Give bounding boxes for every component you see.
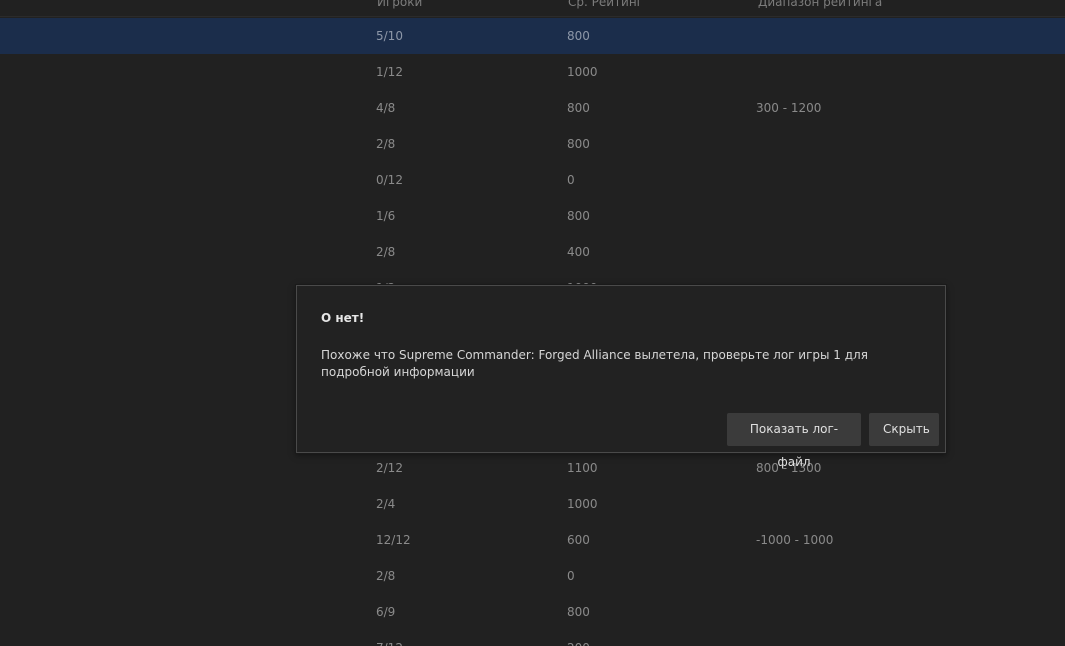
cell-rating-range: -1000 - 1000: [756, 533, 834, 547]
cell-avg-rating: 0: [567, 173, 575, 187]
hide-button[interactable]: Скрыть: [869, 413, 939, 446]
cell-avg-rating: 800: [567, 209, 590, 223]
dialog-message: Похоже что Supreme Commander: Forged All…: [321, 348, 868, 379]
game-list-window: Игроки Ср. Рейтинг Диапазон рейтинга 5/1…: [0, 0, 1065, 646]
dialog-title: О нет!: [321, 311, 365, 325]
table-row[interactable]: 5/10 800: [0, 18, 1065, 54]
table-row[interactable]: 2/121100800 - 1300: [0, 450, 1065, 486]
cell-avg-rating: 800: [567, 605, 590, 619]
cell-avg-rating: 800: [567, 101, 590, 115]
cell-avg-rating: 400: [567, 245, 590, 259]
table-row[interactable]: 6/9 800: [0, 594, 1065, 630]
cell-players: 5/10: [376, 29, 403, 43]
table-row[interactable]: 12/12 600 -1000 - 1000: [0, 522, 1065, 558]
table-row[interactable]: 7/12 200: [0, 630, 1065, 646]
table-header: Игроки Ср. Рейтинг Диапазон рейтинга: [0, 0, 1065, 17]
cell-avg-rating: 800: [567, 137, 590, 151]
column-header-avg-rating[interactable]: Ср. Рейтинг: [568, 0, 643, 16]
cell-players: 2/4: [376, 497, 396, 511]
cell-players: 1/12: [376, 65, 403, 79]
cell-players: 4/8: [376, 101, 396, 115]
cell-players: 2/8: [376, 245, 396, 259]
table-row[interactable]: 2/8 800: [0, 126, 1065, 162]
cell-players: 2/8: [376, 569, 396, 583]
show-log-button[interactable]: Показать лог-файл: [727, 413, 861, 469]
cell-players: 1/6: [376, 209, 396, 223]
table-row[interactable]: 2/8 0: [0, 558, 1065, 594]
crash-dialog: О нет! Похоже что Supreme Commander: For…: [296, 285, 946, 469]
cell-players: 6/9: [376, 605, 396, 619]
cell-avg-rating: 1000: [567, 65, 598, 79]
cell-avg-rating: 200: [567, 630, 590, 646]
cell-players: 2/8: [376, 137, 396, 151]
cell-avg-rating: 0: [567, 569, 575, 583]
cell-avg-rating: 800: [567, 29, 590, 43]
cell-avg-rating: 1100: [567, 461, 598, 475]
cell-avg-rating: 600: [567, 533, 590, 547]
cell-rating-range: 300 - 1200: [756, 101, 822, 115]
table-row[interactable]: 1/6 800: [0, 198, 1065, 234]
cell-avg-rating: 1000: [567, 497, 598, 511]
table-row[interactable]: 2/8 400: [0, 234, 1065, 270]
cell-players: 12/12: [376, 533, 411, 547]
table-row[interactable]: 0/12 0: [0, 162, 1065, 198]
cell-players: 2/12: [376, 461, 403, 475]
column-header-players[interactable]: Игроки: [377, 0, 422, 16]
column-header-rating-range[interactable]: Диапазон рейтинга: [758, 0, 882, 16]
table-row[interactable]: 1/12 1000: [0, 54, 1065, 90]
table-row[interactable]: 4/8 800 300 - 1200: [0, 90, 1065, 126]
cell-players: 0/12: [376, 173, 403, 187]
cell-players: 7/12: [376, 630, 403, 646]
table-row[interactable]: 2/4 1000: [0, 486, 1065, 522]
